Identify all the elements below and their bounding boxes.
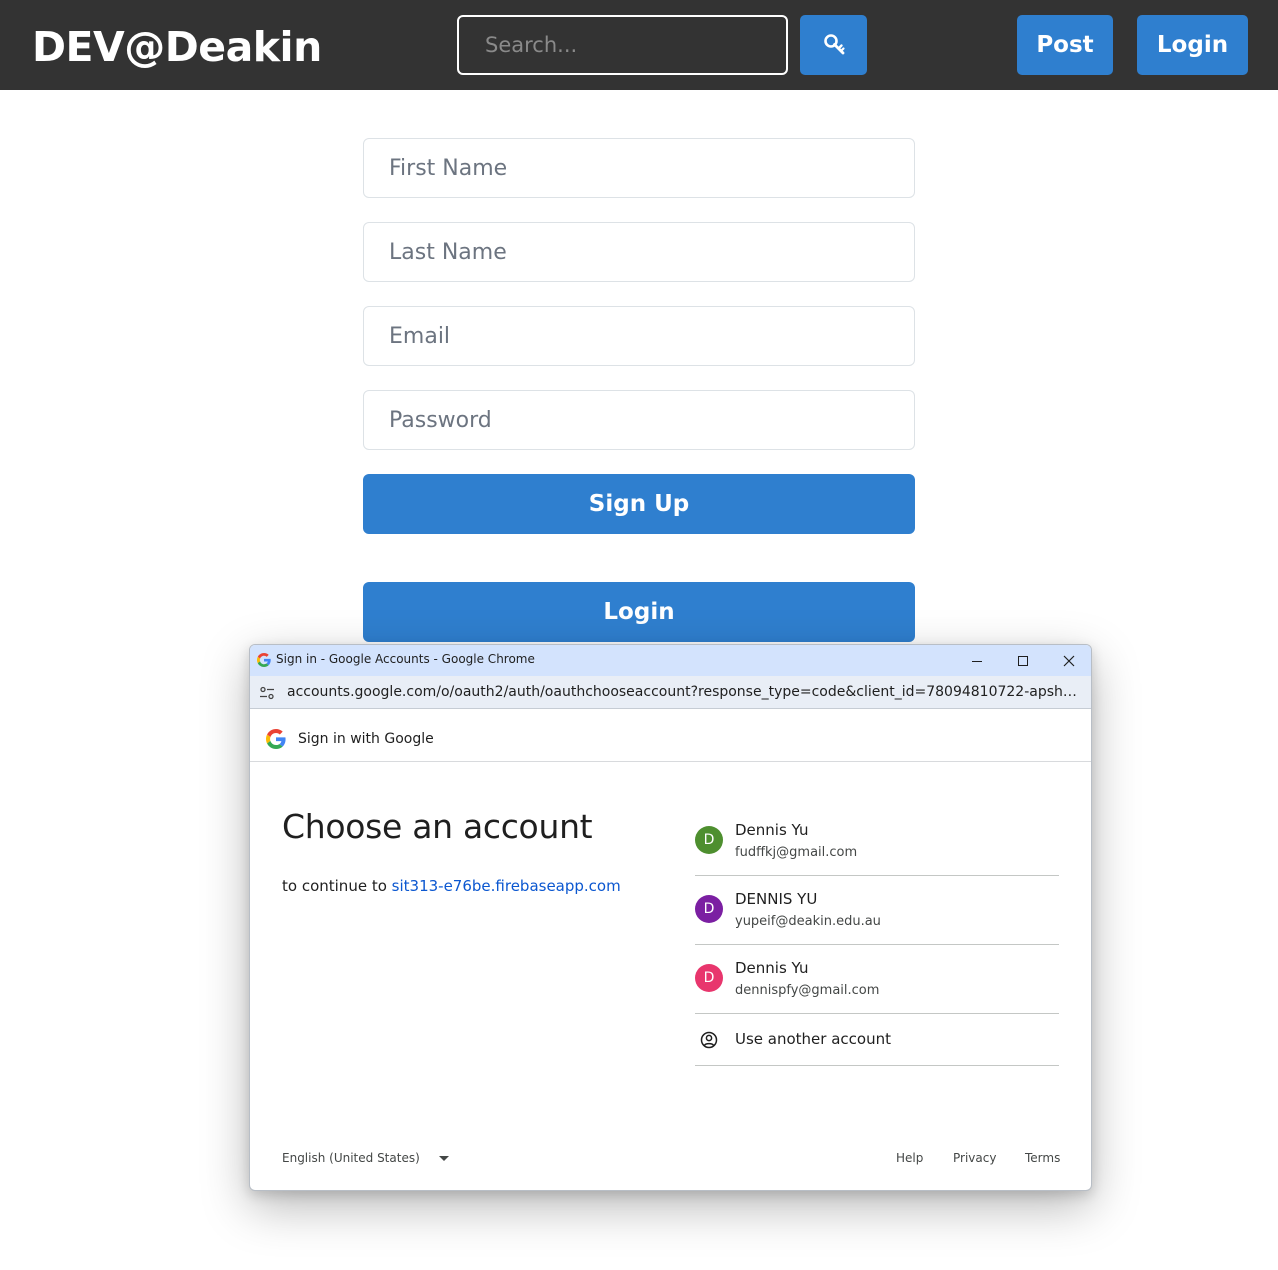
minimize-button[interactable] [954, 645, 1000, 676]
key-icon [823, 34, 845, 55]
account-item-dennis-gmail[interactable]: D Dennis Yu fudffkj@gmail.com [695, 807, 1059, 876]
google-signin-popup: Sign in - Google Accounts - Google Chrom… [249, 644, 1092, 1191]
use-another-account-label: Use another account [735, 1030, 891, 1048]
last-name-field[interactable] [363, 222, 915, 282]
choose-account-heading: Choose an account [282, 807, 593, 846]
minimize-icon [972, 660, 982, 662]
brand-logo-text[interactable]: DEV@Deakin [32, 22, 322, 72]
close-icon [1063, 655, 1075, 666]
privacy-link[interactable]: Privacy [953, 1151, 996, 1165]
window-titlebar[interactable]: Sign in - Google Accounts - Google Chrom… [250, 645, 1091, 676]
account-email: yupeif@deakin.edu.au [735, 914, 881, 929]
account-name: Dennis Yu [735, 821, 809, 839]
account-circle-icon [700, 1031, 718, 1049]
close-button[interactable] [1046, 645, 1091, 676]
url-text[interactable]: accounts.google.com/o/oauth2/auth/oauthc… [287, 684, 1077, 700]
site-settings-icon[interactable] [259, 686, 275, 700]
maximize-button[interactable] [1000, 645, 1046, 676]
account-email: fudffkj@gmail.com [735, 845, 858, 860]
continue-prefix: to continue to [282, 877, 387, 895]
search-button[interactable] [800, 15, 867, 75]
avatar: D [695, 964, 723, 992]
nav-login-button[interactable]: Login [1137, 15, 1248, 75]
password-field[interactable] [363, 390, 915, 450]
account-name: DENNIS YU [735, 890, 818, 908]
avatar: D [695, 895, 723, 923]
account-item-dennispfy-gmail[interactable]: D Dennis Yu dennispfy@gmail.com [695, 945, 1059, 1014]
address-bar[interactable]: accounts.google.com/o/oauth2/auth/oauthc… [250, 676, 1091, 709]
google-header: Sign in with Google [250, 710, 1091, 762]
navbar: DEV@Deakin Post Login [0, 0, 1278, 90]
maximize-icon [1018, 655, 1028, 666]
email-field[interactable] [363, 306, 915, 366]
google-logo-icon [266, 729, 286, 749]
terms-link[interactable]: Terms [1025, 1151, 1060, 1165]
use-another-account-button[interactable]: Use another account [695, 1014, 1059, 1066]
post-button[interactable]: Post [1017, 15, 1113, 75]
account-item-dennis-deakin[interactable]: D DENNIS YU yupeif@deakin.edu.au [695, 876, 1059, 945]
language-selector[interactable]: English (United States) [282, 1151, 420, 1165]
account-email: dennispfy@gmail.com [735, 983, 880, 998]
avatar: D [695, 826, 723, 854]
account-name: Dennis Yu [735, 959, 809, 977]
help-link[interactable]: Help [896, 1151, 923, 1165]
chevron-down-icon[interactable] [439, 1156, 449, 1162]
search-input[interactable] [457, 15, 788, 75]
sign-in-with-google-label: Sign in with Google [298, 731, 434, 747]
continue-site-link[interactable]: sit313-e76be.firebaseapp.com [392, 877, 621, 895]
sign-up-button[interactable]: Sign Up [363, 474, 915, 534]
first-name-field[interactable] [363, 138, 915, 198]
google-favicon-icon [257, 653, 271, 667]
continue-to-text: to continue to sit313-e76be.firebaseapp.… [282, 877, 621, 895]
form-login-button[interactable]: Login [363, 582, 915, 642]
window-title: Sign in - Google Accounts - Google Chrom… [276, 652, 535, 666]
